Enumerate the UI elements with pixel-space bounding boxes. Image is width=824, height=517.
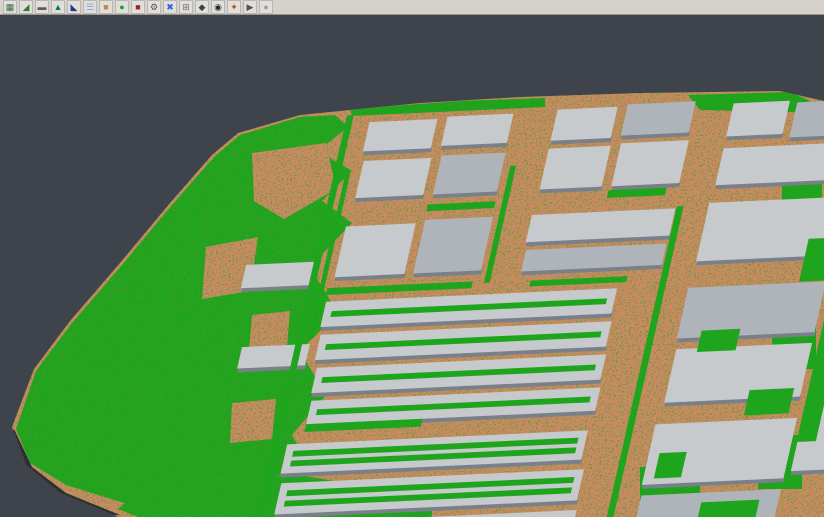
roadside-vegetation (744, 388, 794, 415)
building-roof (726, 101, 790, 137)
ortho-view-icon[interactable]: ■ (99, 0, 113, 14)
palette-icon[interactable]: ✦ (227, 0, 241, 14)
open-project-icon[interactable]: ◢ (19, 0, 33, 14)
building-roof (696, 197, 824, 262)
building-roof (677, 281, 824, 338)
point-cloud-render (0, 15, 824, 517)
measure-icon[interactable]: ✖ (163, 0, 177, 14)
building-class-icon[interactable]: ■ (131, 0, 145, 14)
raster-icon[interactable]: ⊞ (179, 0, 193, 14)
building-roof (355, 158, 431, 198)
profile-view-icon[interactable]: ◣ (67, 0, 81, 14)
settings-icon[interactable]: ⚙ (147, 0, 161, 14)
building-roof (413, 217, 493, 274)
vegetation-class-icon[interactable]: ● (115, 0, 129, 14)
building-roof (611, 140, 689, 186)
globe-view-icon[interactable]: ◉ (211, 0, 225, 14)
terrain-view-icon[interactable]: ▲ (51, 0, 65, 14)
export-icon[interactable]: ▶ (243, 0, 257, 14)
roadside-vegetation (697, 329, 741, 352)
grid-view-icon[interactable]: ☰ (83, 0, 97, 14)
building-roof (241, 262, 314, 289)
toolbar: ▦◢▬▲◣☰■●■⚙✖⊞◆◉✦▶● (0, 0, 824, 15)
building-roof (441, 114, 514, 146)
new-project-icon[interactable]: ▦ (3, 0, 17, 14)
building-roof (621, 101, 696, 135)
roadside-vegetation (697, 500, 760, 517)
building-roof (540, 146, 611, 190)
building-roof (715, 143, 824, 185)
save-icon[interactable]: ▬ (35, 0, 49, 14)
building-roof (363, 119, 438, 151)
building-roof (433, 153, 506, 195)
building-roof (335, 223, 416, 277)
building-roof (551, 107, 618, 141)
info-icon[interactable]: ● (259, 0, 273, 14)
viewport-3d[interactable] (0, 15, 824, 517)
mesh-icon[interactable]: ◆ (195, 0, 209, 14)
